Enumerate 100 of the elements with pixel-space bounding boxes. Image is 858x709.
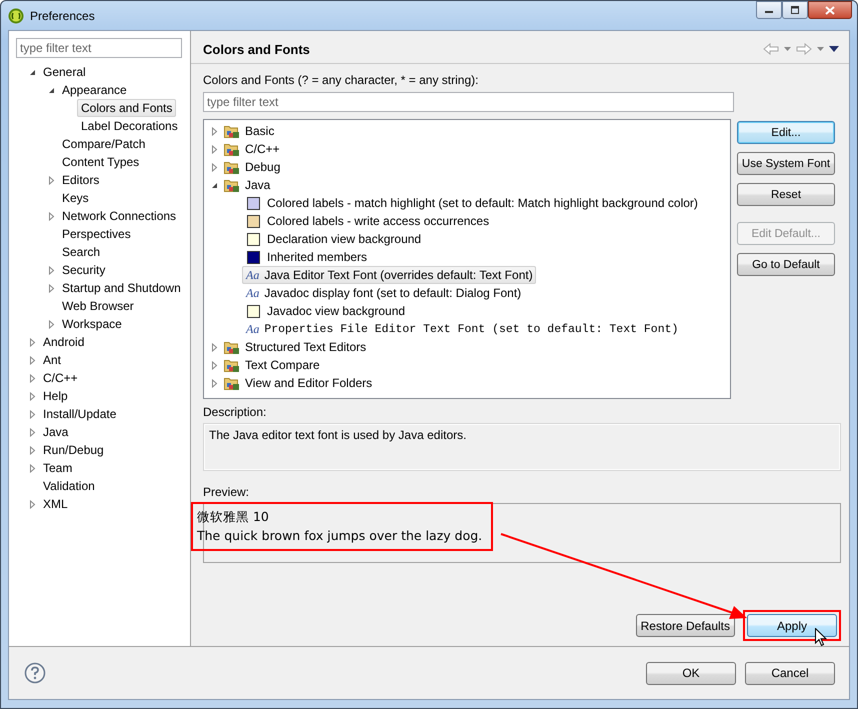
collapse-arrow-icon[interactable] bbox=[47, 86, 56, 94]
font-icon: Aa bbox=[246, 286, 260, 300]
tree-item[interactable]: C/C++ bbox=[221, 140, 283, 158]
expand-arrow-icon[interactable] bbox=[28, 500, 37, 508]
tree-item[interactable]: Content Types bbox=[58, 153, 144, 171]
description-text: The Java editor text font is used by Java editors. bbox=[209, 428, 466, 442]
tree-item[interactable]: Aa Javadoc display font (set to default: Dialog Font) bbox=[242, 284, 524, 302]
preview-text: 微软雅黑 10 bbox=[197, 508, 270, 526]
expand-arrow-icon[interactable] bbox=[210, 342, 219, 352]
tree-item[interactable]: Aa Properties File Editor Text Font (set to default: Text Font) bbox=[242, 320, 682, 338]
mouse-pointer-icon bbox=[815, 628, 827, 647]
tree-item[interactable]: General bbox=[39, 63, 90, 81]
expand-arrow-icon[interactable] bbox=[47, 212, 56, 220]
tree-item[interactable]: Keys bbox=[58, 189, 93, 207]
action-button[interactable]: Apply bbox=[747, 614, 837, 637]
maximize-button[interactable] bbox=[782, 1, 808, 19]
window-title: Preferences bbox=[30, 8, 95, 22]
expand-arrow-icon[interactable] bbox=[210, 360, 219, 370]
expand-arrow-icon[interactable] bbox=[28, 374, 37, 382]
tree-item[interactable]: Debug bbox=[221, 158, 284, 176]
help-icon[interactable] bbox=[24, 662, 46, 684]
tree-item[interactable]: Android bbox=[39, 333, 88, 351]
tree-item[interactable]: Install/Update bbox=[39, 405, 120, 423]
tree-item[interactable]: Colored labels - match highlight (set to default: Match highlight background color) bbox=[242, 194, 701, 212]
action-button[interactable]: Restore Defaults bbox=[636, 614, 735, 637]
view-menu-icon[interactable] bbox=[829, 46, 839, 52]
tree-item[interactable]: Ant bbox=[39, 351, 66, 369]
collapse-arrow-icon[interactable] bbox=[28, 68, 37, 76]
expand-arrow-icon[interactable] bbox=[47, 320, 56, 328]
tree-item[interactable]: Editors bbox=[58, 171, 104, 189]
dropdown-icon[interactable] bbox=[817, 47, 824, 51]
tree-item[interactable]: Security bbox=[58, 261, 110, 279]
font-icon: Aa bbox=[246, 268, 260, 282]
collapse-arrow-icon[interactable] bbox=[210, 180, 219, 190]
expand-arrow-icon[interactable] bbox=[47, 176, 56, 184]
filter-label: Colors and Fonts (? = any character, * = any string): bbox=[203, 73, 480, 87]
tree-item[interactable]: Basic bbox=[221, 122, 278, 140]
expand-arrow-icon[interactable] bbox=[28, 428, 37, 436]
folder-icon bbox=[224, 358, 240, 372]
tree-item[interactable]: Label Decorations bbox=[77, 117, 182, 135]
minimize-button[interactable] bbox=[756, 1, 782, 19]
tree-item[interactable]: Help bbox=[39, 387, 72, 405]
action-button[interactable]: Go to Default bbox=[737, 253, 835, 276]
close-icon bbox=[825, 6, 835, 14]
tree-item[interactable]: Appearance bbox=[58, 81, 131, 99]
tree-item[interactable]: Run/Debug bbox=[39, 441, 108, 459]
filter-field[interactable]: type filter text bbox=[203, 92, 734, 112]
tree-item[interactable]: Declaration view background bbox=[242, 230, 424, 248]
expand-arrow-icon[interactable] bbox=[210, 162, 219, 172]
font-icon: Aa bbox=[246, 322, 260, 336]
action-button[interactable]: Edit... bbox=[737, 121, 835, 144]
tree-item[interactable]: Compare/Patch bbox=[58, 135, 150, 153]
filter-field[interactable]: type filter text bbox=[16, 38, 182, 58]
tree-item[interactable]: Colors and Fonts bbox=[77, 99, 176, 117]
tree-item[interactable]: Structured Text Editors bbox=[221, 338, 370, 356]
expand-arrow-icon[interactable] bbox=[28, 392, 37, 400]
folder-icon bbox=[224, 124, 240, 138]
preview-text: The quick brown fox jumps over the lazy dog. bbox=[197, 527, 484, 545]
forward-arrow-icon[interactable] bbox=[796, 43, 812, 55]
folder-icon bbox=[224, 142, 240, 156]
dialog-button[interactable]: Cancel bbox=[745, 662, 835, 684]
page-title: Colors and Fonts bbox=[203, 42, 310, 56]
tree-item[interactable]: Java bbox=[39, 423, 72, 441]
tree-item[interactable]: Perspectives bbox=[58, 225, 135, 243]
dropdown-icon[interactable] bbox=[784, 47, 791, 51]
folder-icon bbox=[224, 340, 240, 354]
expand-arrow-icon[interactable] bbox=[28, 356, 37, 364]
tree-item[interactable]: Team bbox=[39, 459, 76, 477]
tree-item[interactable]: Colored labels - write access occurrences bbox=[242, 212, 492, 230]
tree-item[interactable]: Web Browser bbox=[58, 297, 138, 315]
tree-item[interactable]: Startup and Shutdown bbox=[58, 279, 185, 297]
expand-arrow-icon[interactable] bbox=[28, 338, 37, 346]
tree-item[interactable]: Validation bbox=[39, 477, 99, 495]
tree-item[interactable]: Aa Java Editor Text Font (overrides default: Text Font) bbox=[242, 266, 536, 284]
tree-item[interactable]: Workspace bbox=[58, 315, 126, 333]
expand-arrow-icon[interactable] bbox=[210, 126, 219, 136]
action-button[interactable]: Use System Font bbox=[737, 152, 835, 175]
tree-item[interactable]: Search bbox=[58, 243, 104, 261]
close-button[interactable] bbox=[808, 1, 852, 19]
expand-arrow-icon[interactable] bbox=[28, 446, 37, 454]
tree-item[interactable]: Text Compare bbox=[221, 356, 323, 374]
dialog-button[interactable]: OK bbox=[646, 662, 736, 684]
tree-item[interactable]: XML bbox=[39, 495, 72, 513]
folder-icon bbox=[224, 376, 240, 390]
expand-arrow-icon[interactable] bbox=[47, 266, 56, 274]
back-arrow-icon[interactable] bbox=[763, 43, 779, 55]
expand-arrow-icon[interactable] bbox=[28, 464, 37, 472]
expand-arrow-icon[interactable] bbox=[47, 284, 56, 292]
expand-arrow-icon[interactable] bbox=[210, 144, 219, 154]
tree-item[interactable]: C/C++ bbox=[39, 369, 82, 387]
tree-item[interactable]: Network Connections bbox=[58, 207, 180, 225]
tree-item[interactable]: View and Editor Folders bbox=[221, 374, 376, 392]
tree-item[interactable]: Inherited members bbox=[242, 248, 370, 266]
expand-arrow-icon[interactable] bbox=[210, 378, 219, 388]
description-label: Description: bbox=[203, 405, 268, 419]
expand-arrow-icon[interactable] bbox=[28, 410, 37, 418]
action-button[interactable]: Reset bbox=[737, 183, 835, 206]
app-icon bbox=[8, 8, 24, 24]
tree-item[interactable]: Javadoc view background bbox=[242, 302, 408, 320]
tree-item[interactable]: Java bbox=[221, 176, 274, 194]
